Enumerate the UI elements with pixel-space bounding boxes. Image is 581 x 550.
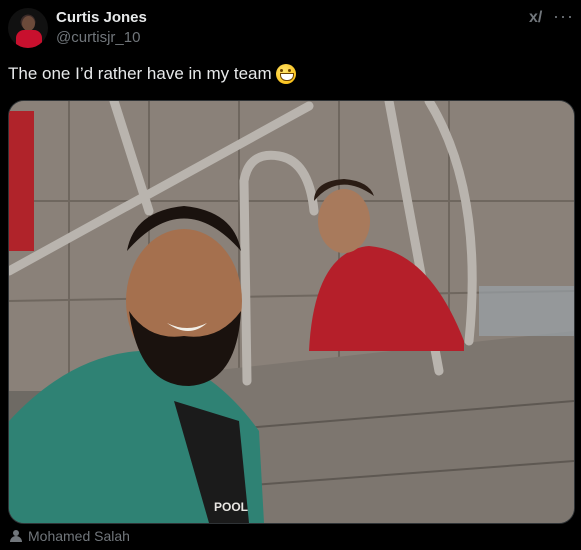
tagged-person-name: Mohamed Salah bbox=[28, 528, 130, 544]
author-avatar[interactable] bbox=[8, 8, 48, 48]
author-handle[interactable]: @curtisjr_10 bbox=[56, 29, 140, 46]
more-options-icon[interactable]: ··· bbox=[553, 6, 574, 27]
tweet-text-row: The one I’d rather have in my team bbox=[8, 64, 296, 84]
avatar-shirt bbox=[16, 30, 42, 48]
shirt-text: POOL bbox=[214, 500, 248, 514]
author-display-name[interactable]: Curtis Jones bbox=[56, 9, 147, 26]
person-icon bbox=[10, 530, 22, 542]
grinning-face-emoji-icon bbox=[275, 64, 296, 84]
grok-icon[interactable]: x/ bbox=[529, 9, 542, 27]
tweet-photo[interactable]: POOL bbox=[8, 100, 575, 524]
tweet-text: The one I’d rather have in my team bbox=[8, 64, 272, 83]
photo-illustration: POOL bbox=[9, 101, 574, 523]
tagged-person[interactable]: Mohamed Salah bbox=[10, 528, 130, 544]
avatar-head bbox=[22, 16, 35, 31]
